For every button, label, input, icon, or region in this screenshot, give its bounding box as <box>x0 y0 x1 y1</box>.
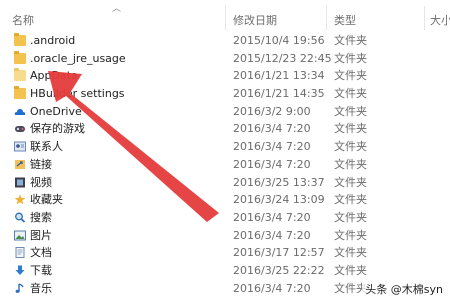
annotation-arrow <box>48 71 219 222</box>
watermark: 头条 @木棉syn <box>362 280 446 298</box>
